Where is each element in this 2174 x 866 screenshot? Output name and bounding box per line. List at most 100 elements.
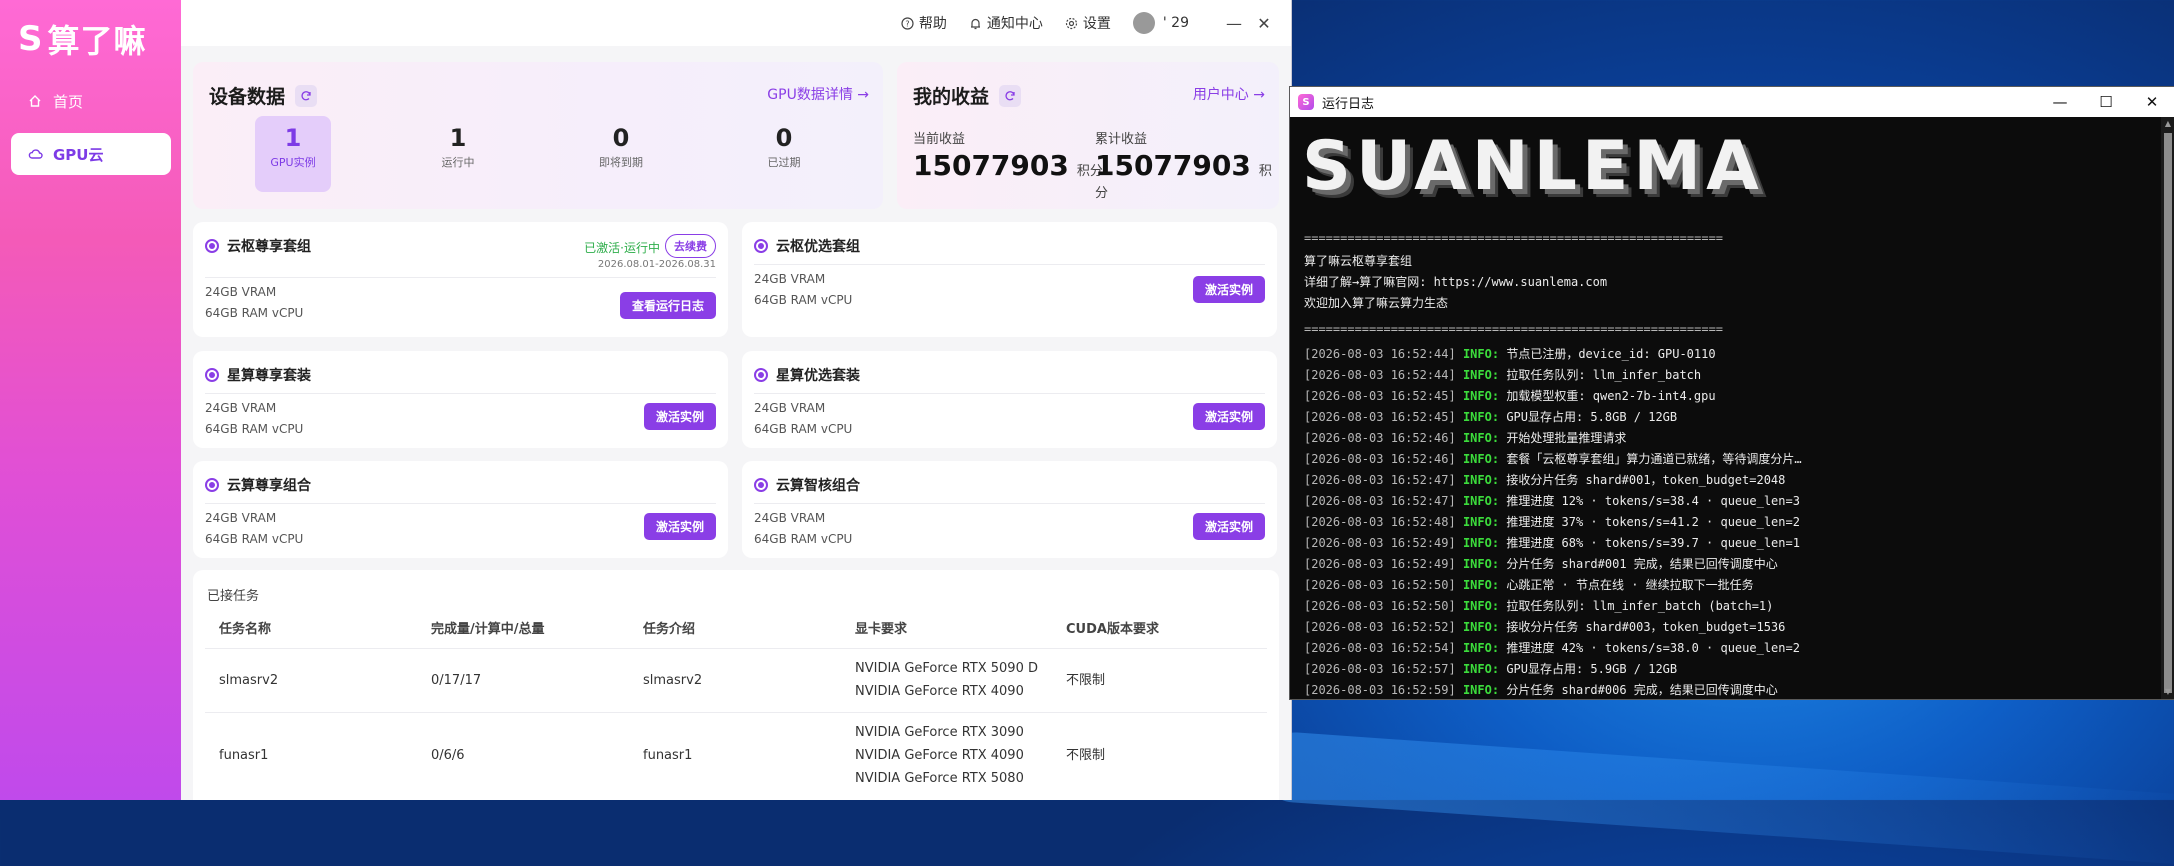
close-button[interactable]: ✕ — [1249, 14, 1279, 33]
radio-icon[interactable] — [754, 478, 768, 492]
total-earnings-value: 15077903 — [1095, 149, 1251, 182]
cuda-requirement: 不限制 — [1066, 748, 1106, 763]
spec-vram: 24GB VRAM — [205, 401, 277, 415]
gpu-requirement: NVIDIA GeForce RTX 4090 — [855, 748, 1024, 763]
column-header: CUDA版本要求 — [1066, 622, 1159, 637]
user-name: ' 29 — [1162, 15, 1189, 31]
notifications-label: 通知中心 — [986, 16, 1043, 32]
divider — [754, 264, 1265, 265]
log-level: INFO: — [1462, 599, 1500, 613]
refresh-button[interactable] — [999, 84, 1022, 107]
log-level: INFO: — [1462, 620, 1500, 634]
log-line: [2026-08-03 16:52:45] INFO: GPU显存占用: 5.8… — [1304, 408, 1677, 425]
refresh-icon — [301, 90, 311, 100]
settings-label: 设置 — [1082, 16, 1111, 32]
log-line: [2026-08-03 16:52:45] INFO: 加载模型权重: qwen… — [1304, 387, 1716, 404]
activate-instance-button[interactable]: 激活实例 — [1192, 403, 1265, 430]
radio-selected-icon[interactable] — [205, 239, 219, 253]
top-bar: ? 帮助 通知中心 设置 ' 29 — ✕ — [181, 0, 1291, 46]
column-header: 显卡要求 — [855, 622, 908, 637]
task-progress: 0/6/6 — [431, 748, 465, 763]
sidebar-item-home[interactable]: 首页 — [11, 80, 171, 122]
view-run-log-button[interactable]: 查看运行日志 — [619, 292, 716, 319]
sidebar-item-gpu-cloud[interactable]: GPU云 — [11, 133, 171, 175]
stat-label: 已过期 — [767, 156, 801, 169]
stat-value: 1 — [449, 124, 467, 152]
log-line: [2026-08-03 16:52:47] INFO: 接收分片任务 shard… — [1304, 471, 1785, 488]
task-intro: funasr1 — [643, 748, 693, 763]
column-header: 完成量/计算中/总量 — [431, 622, 545, 637]
stat-running[interactable]: 1 运行中 — [420, 116, 496, 192]
activate-instance-button[interactable]: 激活实例 — [1192, 276, 1265, 303]
log-timestamp: [2026-08-03 16:52:52] — [1304, 620, 1456, 634]
log-line: [2026-08-03 16:52:49] INFO: 分片任务 shard#0… — [1304, 555, 1778, 572]
stat-label: 运行中 — [441, 156, 475, 169]
home-icon — [27, 93, 43, 109]
scroll-down-icon[interactable]: ▼ — [2161, 685, 2174, 699]
package-title-text: 云算尊享组合 — [227, 478, 311, 494]
run-log-window: S 运行日志 — ☐ ✕ SUANLEMA ==================… — [1289, 86, 2174, 700]
intro-line: 欢迎加入算了嘛云算力生态 — [1304, 296, 1449, 310]
stat-label: 即将到期 — [599, 156, 643, 169]
divider — [205, 648, 1267, 649]
package-title: 云算尊享组合 — [205, 475, 311, 495]
minimize-button[interactable]: — — [2037, 87, 2083, 117]
ascii-banner: SUANLEMA — [1302, 127, 1764, 206]
help-button[interactable]: ? 帮助 — [901, 13, 947, 33]
log-message: GPU显存占用: 5.9GB / 12GB — [1506, 662, 1678, 676]
user-menu[interactable]: ' 29 — [1132, 12, 1189, 34]
user-center-link[interactable]: 用户中心 → — [1193, 84, 1265, 104]
column-header: 任务名称 — [219, 622, 272, 637]
log-level: INFO: — [1462, 515, 1500, 529]
stat-gpu-instances[interactable]: 1 GPU实例 — [255, 116, 331, 192]
task-name: slmasrv2 — [219, 673, 279, 688]
radio-icon[interactable] — [754, 239, 768, 253]
radio-icon[interactable] — [205, 478, 219, 492]
activate-instance-button[interactable]: 激活实例 — [643, 513, 716, 540]
activate-instance-button[interactable]: 激活实例 — [643, 403, 716, 430]
minimize-button[interactable]: — — [1219, 14, 1249, 33]
status-badge: 已激活·运行中 — [584, 241, 660, 255]
refresh-icon — [1005, 90, 1015, 100]
log-level: INFO: — [1462, 683, 1500, 697]
activate-instance-button[interactable]: 激活实例 — [1192, 513, 1265, 540]
divider — [205, 712, 1267, 713]
log-level: INFO: — [1462, 431, 1500, 445]
log-line: [2026-08-03 16:52:48] INFO: 推理进度 37% · t… — [1304, 513, 1800, 530]
maximize-button[interactable]: ☐ — [2083, 87, 2129, 117]
stat-expired[interactable]: 0 已过期 — [746, 116, 822, 192]
log-level: INFO: — [1462, 347, 1500, 361]
run-log-titlebar[interactable]: S 运行日志 — ☐ ✕ — [1290, 87, 2174, 117]
log-message: GPU显存占用: 5.8GB / 12GB — [1506, 410, 1678, 424]
log-timestamp: [2026-08-03 16:52:49] — [1304, 536, 1456, 550]
suanlema-app-window: S 算了嘛 首页 GPU云 ? 帮助 通知中心 设置 ' 29 — ✕ 设备数据… — [0, 0, 1292, 800]
sidebar: S 算了嘛 首页 GPU云 — [0, 0, 181, 800]
log-timestamp: [2026-08-03 16:52:45] — [1304, 389, 1456, 403]
radio-icon[interactable] — [754, 368, 768, 382]
scrollbar-thumb[interactable] — [2164, 133, 2172, 693]
notifications-button[interactable]: 通知中心 — [969, 13, 1043, 33]
log-message: 接收分片任务 shard#001，token_budget=2048 — [1506, 473, 1786, 487]
refresh-button[interactable] — [295, 84, 318, 107]
settings-button[interactable]: 设置 — [1065, 13, 1111, 33]
separator-line: ========================================… — [1304, 322, 1724, 336]
package-card-yunshu-select: 云枢优选套组 24GB VRAM 64GB RAM vCPU 激活实例 — [742, 222, 1277, 337]
renew-button[interactable]: 去续费 — [665, 234, 716, 258]
radio-icon[interactable] — [205, 368, 219, 382]
scrollbar[interactable]: ▲ ▼ — [2161, 117, 2174, 699]
divider — [754, 393, 1265, 394]
log-level: INFO: — [1462, 557, 1500, 571]
log-level: INFO: — [1462, 641, 1500, 655]
log-level: INFO: — [1462, 410, 1500, 424]
package-card-xingsuan-select: 星算优选套装 24GB VRAM 64GB RAM vCPU 激活实例 — [742, 351, 1277, 448]
window-controls: — ✕ — [1219, 14, 1279, 33]
close-button[interactable]: ✕ — [2129, 87, 2174, 117]
log-message: 开始处理批量推理请求 — [1506, 431, 1627, 445]
stat-expiring-soon[interactable]: 0 即将到期 — [583, 116, 659, 192]
log-message: 节点已注册，device_id: GPU-0110 — [1506, 347, 1716, 361]
earnings-title: 我的收益 — [913, 82, 1022, 109]
scroll-up-icon[interactable]: ▲ — [2161, 117, 2174, 131]
package-card-xingsuan-premium: 星算尊享套装 24GB VRAM 64GB RAM vCPU 激活实例 — [193, 351, 728, 448]
gpu-data-details-link[interactable]: GPU数据详情 → — [767, 84, 869, 104]
log-line: [2026-08-03 16:52:50] INFO: 拉取任务队列: llm_… — [1304, 597, 1773, 614]
